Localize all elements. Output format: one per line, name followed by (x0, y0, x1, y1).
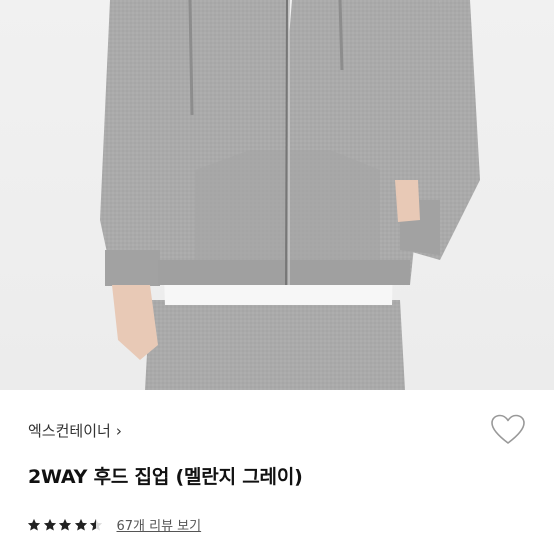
hoodie-photo (100, 0, 480, 390)
chevron-right-icon: › (115, 421, 122, 440)
star-icon (58, 518, 72, 530)
brand-link[interactable]: 엑스컨테이너 › (28, 420, 122, 441)
rating-row: 67개 리뷰 보기 (27, 515, 201, 534)
star-icon (74, 518, 87, 530)
star-half-icon (89, 518, 103, 530)
product-image[interactable] (0, 0, 554, 390)
brand-name: 엑스컨테이너 (28, 422, 111, 440)
star-icon (27, 518, 41, 530)
product-title: 2WAY 후드 집업 (멜란지 그레이) (28, 466, 303, 488)
star-rating (27, 518, 105, 532)
star-icon (43, 518, 56, 530)
review-link[interactable]: 67개 리뷰 보기 (117, 515, 202, 534)
product-info: 엑스컨테이너 › 2WAY 후드 집업 (멜란지 그레이) 67개 리뷰 보기 (0, 390, 554, 554)
heart-icon[interactable] (490, 414, 526, 446)
